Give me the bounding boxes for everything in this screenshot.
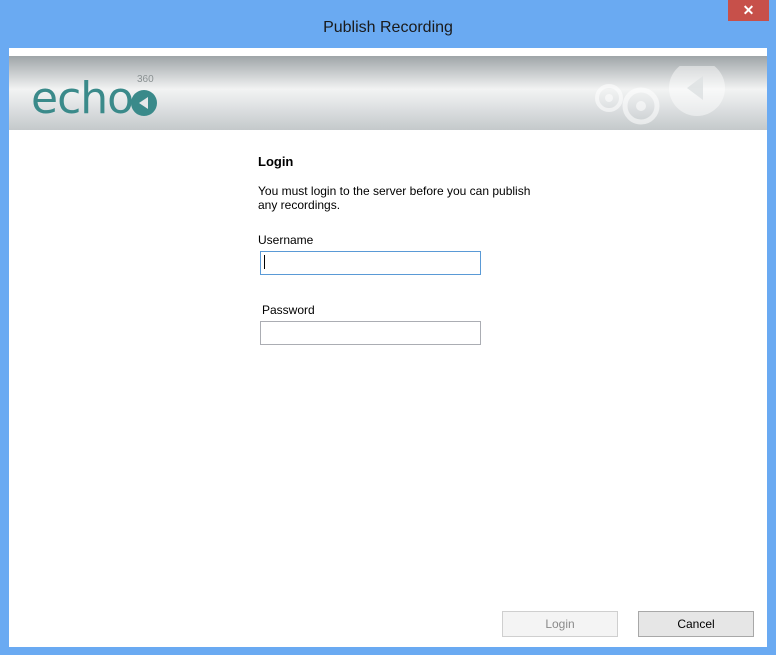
play-back-icon [131, 90, 157, 116]
title-bar[interactable]: Publish Recording ✕ [0, 0, 776, 48]
dialog-window: Publish Recording ✕ echo 360 Login You m… [0, 0, 776, 655]
echo360-logo: echo 360 [31, 73, 191, 126]
text-caret [264, 255, 265, 269]
username-label: Username [258, 233, 314, 247]
close-icon: ✕ [742, 2, 755, 18]
logo-text: echo [31, 73, 134, 124]
dialog-body: echo 360 Login You must login to the ser… [9, 48, 767, 647]
window-title: Publish Recording [323, 19, 453, 36]
brand-banner: echo 360 [9, 56, 767, 130]
decorative-circles-icon [595, 66, 725, 125]
login-heading: Login [258, 154, 294, 169]
password-input[interactable] [260, 321, 481, 345]
login-button[interactable]: Login [502, 611, 618, 637]
login-description: You must login to the server before you … [258, 184, 531, 212]
username-input[interactable] [260, 251, 481, 275]
cancel-button[interactable]: Cancel [638, 611, 754, 637]
password-label: Password [262, 303, 315, 317]
close-button[interactable]: ✕ [728, 0, 769, 21]
logo-badge: 360 [137, 74, 154, 85]
